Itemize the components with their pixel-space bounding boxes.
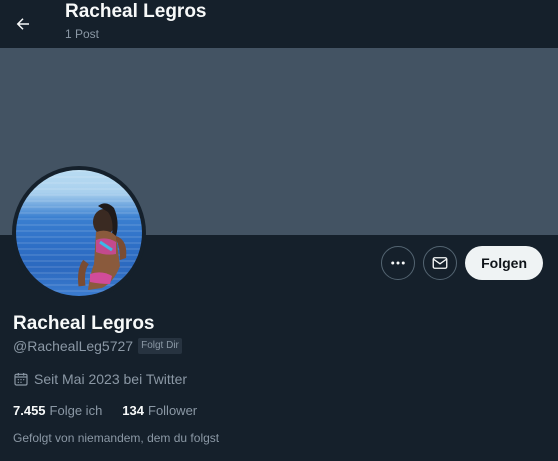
calendar-icon [14,373,28,386]
arrow-left-icon [16,18,29,30]
back-button[interactable] [5,6,41,42]
follow-button[interactable]: Folgen [465,246,543,280]
joined-date: Seit Mai 2023 bei Twitter [13,371,187,387]
following-label: Folge ich [49,403,103,418]
joined-text: Seit Mai 2023 bei Twitter [34,371,188,387]
followed-by-text: Gefolgt von niemandem, dem du folgst [13,431,220,445]
header-title: Racheal Legros [65,1,207,22]
followers-label: Follower [148,403,198,418]
avatar-image [16,170,142,296]
followers-count: 134 [122,403,144,418]
profile-header-bar: Racheal Legros 1 Post [0,0,558,48]
follow-stats: 7.455 Folge ich 134 Follower [13,403,217,418]
followers-link[interactable]: 134 Follower [122,403,197,418]
avatar[interactable] [12,166,146,300]
more-icon [391,261,405,265]
following-link[interactable]: 7.455 Folge ich [13,403,102,418]
following-count: 7.455 [13,403,46,418]
header-post-count: 1 Post [65,27,100,41]
handle-row: @RachealLeg5727 Folgt Dir [13,338,182,354]
follows-you-badge: Folgt Dir [138,338,182,354]
message-button[interactable] [423,246,458,280]
more-button[interactable] [381,246,416,280]
profile-name: Racheal Legros [13,313,155,334]
profile-handle: @RachealLeg5727 [13,338,134,354]
mail-icon [432,257,448,269]
profile-actions: Folgen [381,246,543,280]
